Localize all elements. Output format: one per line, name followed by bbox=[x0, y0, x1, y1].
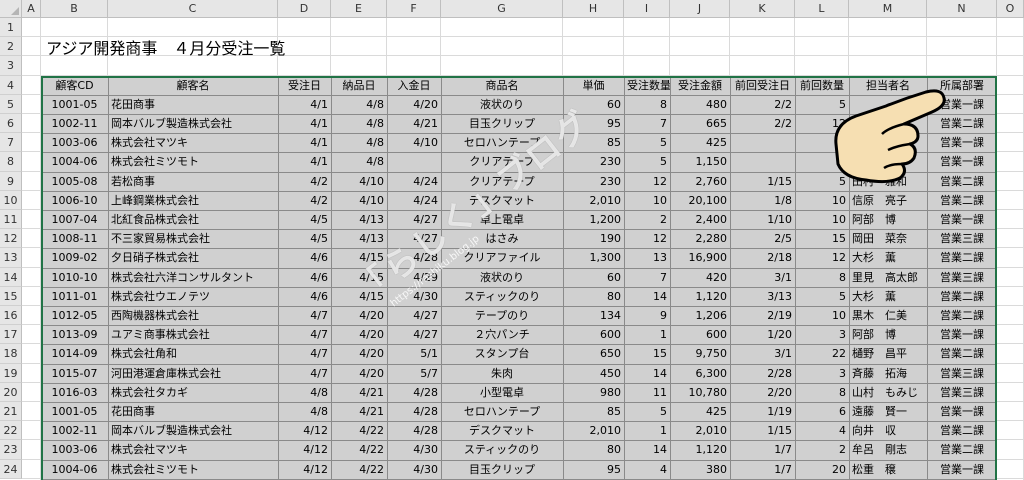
column-header-d[interactable]: D bbox=[278, 0, 331, 18]
column-header-j[interactable]: J bbox=[670, 0, 730, 18]
column-header-n[interactable]: N bbox=[927, 0, 997, 18]
row-header-6[interactable]: 6 bbox=[0, 114, 22, 134]
column-header-l[interactable]: L bbox=[795, 0, 849, 18]
select-all-corner[interactable] bbox=[0, 0, 22, 18]
row-header-9[interactable]: 9 bbox=[0, 171, 22, 191]
row-header-17[interactable]: 17 bbox=[0, 325, 22, 345]
sheet-title: アジア開発商事 ４月分受注一覧 bbox=[46, 39, 286, 59]
row-header-16[interactable]: 16 bbox=[0, 306, 22, 326]
row-header-13[interactable]: 13 bbox=[0, 248, 22, 268]
row-header-2[interactable]: 2 bbox=[0, 37, 22, 57]
column-header-k[interactable]: K bbox=[730, 0, 795, 18]
row-header-1[interactable]: 1 bbox=[0, 18, 22, 38]
row-header-12[interactable]: 12 bbox=[0, 229, 22, 249]
pointing-hand-icon bbox=[834, 89, 946, 184]
column-header-o[interactable]: O bbox=[997, 0, 1024, 18]
column-header-a[interactable]: A bbox=[22, 0, 41, 18]
row-header-24[interactable]: 24 bbox=[0, 459, 22, 479]
spreadsheet: ABCDEFGHIJKLMNOP123456789101112131415161… bbox=[0, 0, 1024, 480]
row-header-21[interactable]: 21 bbox=[0, 402, 22, 422]
column-header-h[interactable]: H bbox=[563, 0, 624, 18]
row-header-5[interactable]: 5 bbox=[0, 94, 22, 114]
column-header-i[interactable]: I bbox=[624, 0, 670, 18]
column-header-f[interactable]: F bbox=[387, 0, 441, 18]
column-header-m[interactable]: M bbox=[849, 0, 927, 18]
column-header-c[interactable]: C bbox=[108, 0, 278, 18]
row-header-14[interactable]: 14 bbox=[0, 267, 22, 287]
row-header-22[interactable]: 22 bbox=[0, 421, 22, 441]
row-header-3[interactable]: 3 bbox=[0, 56, 22, 76]
row-header-7[interactable]: 7 bbox=[0, 133, 22, 153]
row-header-10[interactable]: 10 bbox=[0, 190, 22, 210]
column-header-e[interactable]: E bbox=[331, 0, 387, 18]
column-header-b[interactable]: B bbox=[41, 0, 108, 18]
row-header-8[interactable]: 8 bbox=[0, 152, 22, 172]
row-header-20[interactable]: 20 bbox=[0, 382, 22, 402]
grid-row-line bbox=[22, 36, 1024, 38]
row-header-19[interactable]: 19 bbox=[0, 363, 22, 383]
row-header-18[interactable]: 18 bbox=[0, 344, 22, 364]
row-header-4[interactable]: 4 bbox=[0, 75, 22, 95]
row-header-11[interactable]: 11 bbox=[0, 210, 22, 230]
row-header-23[interactable]: 23 bbox=[0, 440, 22, 460]
row-header-15[interactable]: 15 bbox=[0, 286, 22, 306]
column-header-g[interactable]: G bbox=[441, 0, 563, 18]
